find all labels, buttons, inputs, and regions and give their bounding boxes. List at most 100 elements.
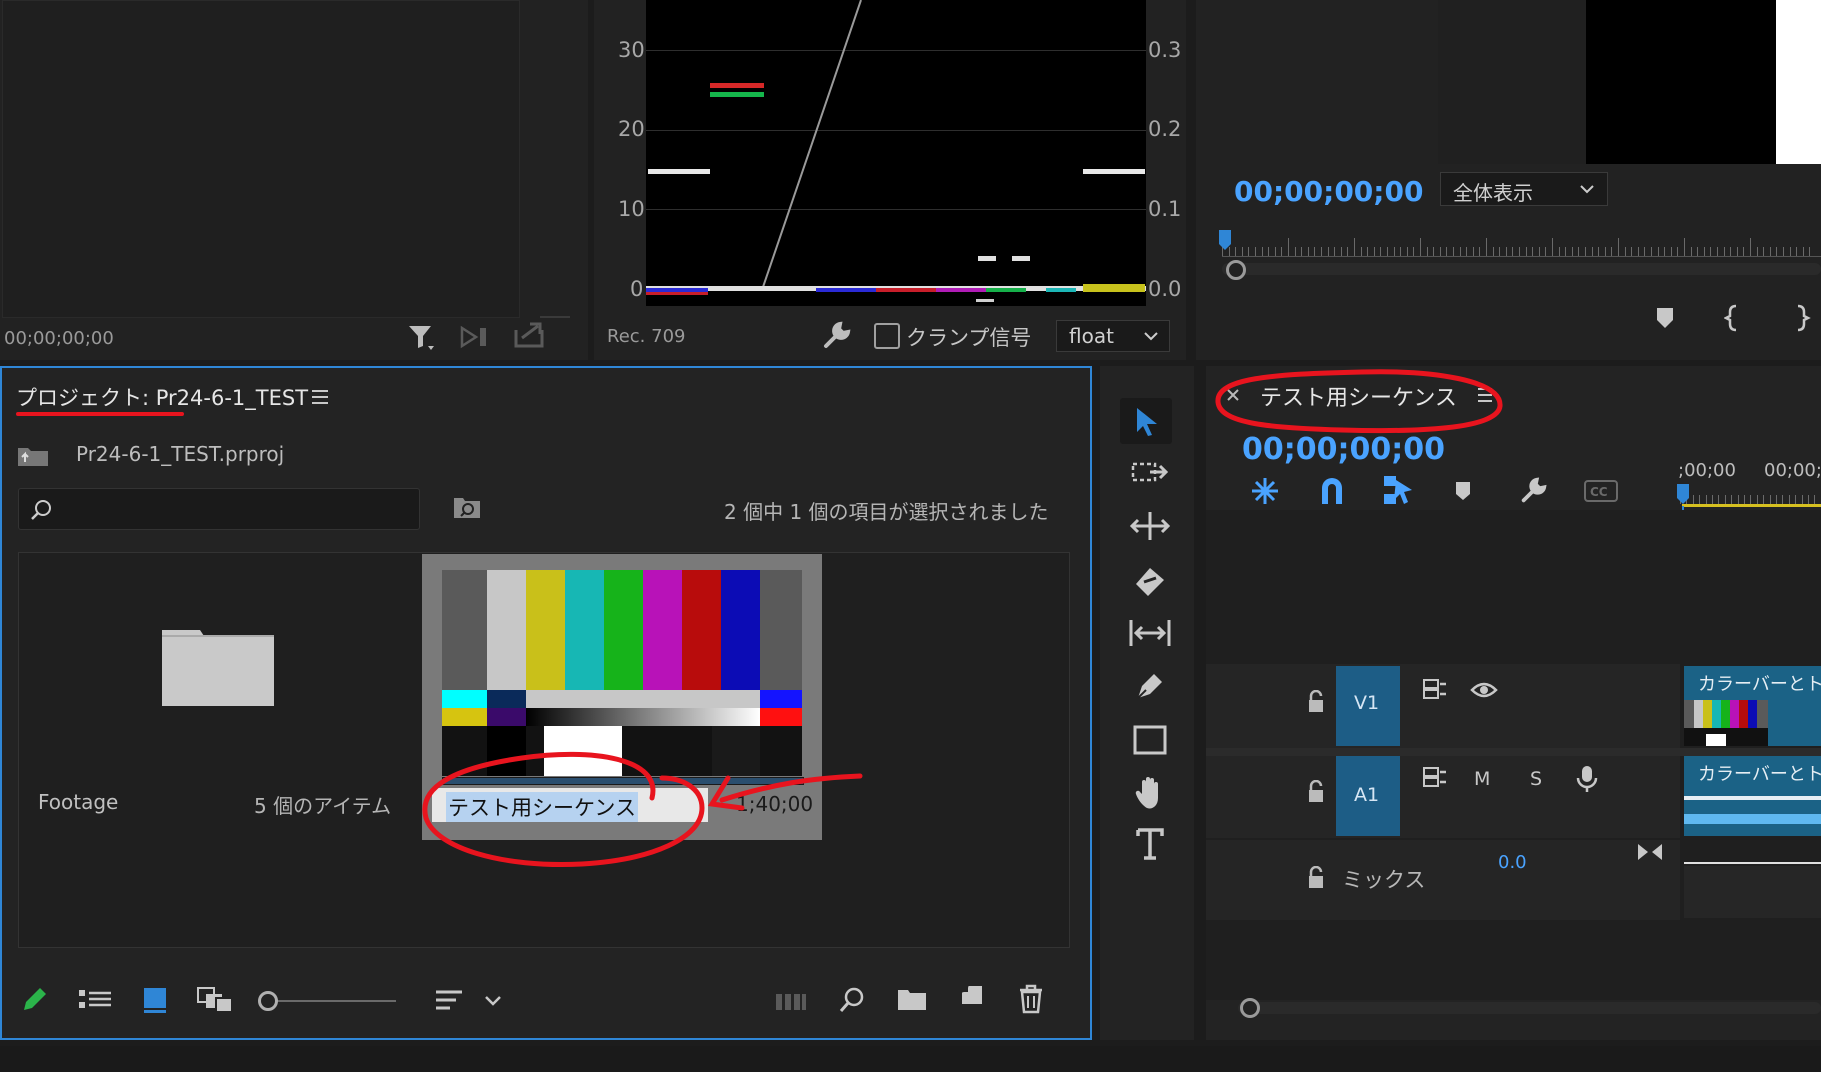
ruler-tick bbox=[1241, 247, 1243, 256]
microphone-icon[interactable] bbox=[1576, 764, 1598, 794]
zoom-slider-track[interactable] bbox=[272, 1000, 396, 1002]
ruler-tick bbox=[1393, 247, 1395, 256]
mix-volume-value[interactable]: 0.0 bbox=[1498, 852, 1527, 873]
mute-track-button[interactable]: M bbox=[1474, 768, 1490, 790]
panel-menu-icon[interactable] bbox=[310, 388, 330, 406]
lock-icon[interactable] bbox=[1306, 780, 1326, 804]
captions-icon[interactable]: CC bbox=[1584, 480, 1618, 502]
ruler-tick bbox=[1644, 247, 1646, 256]
rectangle-tool-icon[interactable] bbox=[1132, 724, 1172, 758]
export-frame-icon[interactable] bbox=[512, 320, 546, 350]
new-bin-icon[interactable] bbox=[896, 986, 928, 1012]
ruler-tick bbox=[1565, 247, 1567, 256]
new-item-icon[interactable] bbox=[958, 984, 986, 1012]
up-folder-icon[interactable] bbox=[16, 442, 50, 468]
mix-track-label: ミックス bbox=[1342, 868, 1426, 892]
source-timecode[interactable]: 00;00;00;00 bbox=[4, 328, 114, 349]
slip-tool-icon[interactable] bbox=[1128, 618, 1172, 648]
add-marker-icon[interactable] bbox=[1654, 306, 1676, 330]
wrench-icon[interactable] bbox=[820, 320, 852, 352]
mark-in-icon[interactable] bbox=[1724, 304, 1742, 332]
lock-icon[interactable] bbox=[1306, 690, 1326, 714]
selection-tool-button[interactable] bbox=[1120, 398, 1172, 444]
scope-left-label: 10 bbox=[618, 197, 645, 221]
ruler-tick bbox=[1426, 247, 1428, 256]
chevron-down-icon[interactable] bbox=[484, 994, 502, 1008]
chevron-down-icon bbox=[1144, 332, 1158, 341]
ripple-edit-tool-icon[interactable] bbox=[1128, 510, 1172, 542]
pencil-icon[interactable] bbox=[20, 984, 50, 1014]
source-monitor-viewer[interactable] bbox=[2, 0, 520, 318]
zoom-slider-handle[interactable] bbox=[258, 991, 278, 1011]
timeline-scrollbar[interactable] bbox=[1238, 1002, 1821, 1014]
project-panel: プロジェクト: Pr24-6-1_TEST Pr24-6-1_TEST.prpr… bbox=[0, 366, 1092, 1040]
ruler-tick bbox=[1479, 247, 1481, 256]
project-search-input-box[interactable] bbox=[18, 488, 420, 530]
playhead-icon[interactable] bbox=[1676, 484, 1690, 508]
type-tool-icon[interactable] bbox=[1134, 826, 1170, 862]
timeline-settings-wrench-icon[interactable] bbox=[1518, 476, 1548, 506]
work-area-bar[interactable] bbox=[1682, 504, 1821, 507]
scope-right-label: 0.1 bbox=[1148, 197, 1182, 221]
insert-icon[interactable] bbox=[458, 324, 492, 350]
track-divider bbox=[1206, 748, 1821, 756]
ruler-tick bbox=[1809, 247, 1811, 256]
pan-icon[interactable] bbox=[1636, 842, 1664, 862]
folder-icon[interactable] bbox=[160, 624, 276, 708]
eye-icon[interactable] bbox=[1470, 680, 1498, 700]
track-target-a1[interactable]: A1 bbox=[1336, 756, 1400, 836]
clamp-checkbox[interactable] bbox=[874, 323, 900, 349]
pen-tool-icon[interactable] bbox=[1132, 668, 1168, 704]
program-timecode[interactable]: 00;00;00;00 bbox=[1234, 175, 1423, 208]
video-clip[interactable]: カラーバーとト bbox=[1684, 666, 1821, 746]
solo-track-button[interactable]: S bbox=[1530, 768, 1542, 790]
audio-clip[interactable]: カラーバーとト bbox=[1684, 756, 1821, 836]
project-search-input[interactable] bbox=[61, 495, 405, 523]
icon-view-icon[interactable] bbox=[142, 986, 168, 1014]
folder-name[interactable]: Footage bbox=[38, 790, 118, 814]
scroll-handle-circle[interactable] bbox=[1226, 260, 1246, 280]
hand-tool-icon[interactable] bbox=[1132, 774, 1170, 812]
track-select-tool-icon[interactable] bbox=[1130, 458, 1172, 492]
scope-mode-value: float bbox=[1069, 324, 1114, 348]
scroll-handle-circle[interactable] bbox=[1240, 998, 1260, 1018]
lock-icon[interactable] bbox=[1306, 866, 1326, 890]
trash-icon[interactable] bbox=[1018, 984, 1044, 1014]
ruler-tick bbox=[1347, 247, 1349, 256]
scope-mode-dropdown[interactable]: float bbox=[1056, 320, 1170, 352]
snap-magnet-icon[interactable] bbox=[1318, 476, 1346, 506]
linked-selection-icon[interactable] bbox=[1382, 474, 1416, 506]
sort-icon[interactable] bbox=[434, 988, 464, 1014]
ruler-tick bbox=[1723, 247, 1725, 256]
add-marker-icon[interactable] bbox=[1454, 480, 1472, 502]
program-zoom-scrollbar[interactable] bbox=[1222, 263, 1821, 275]
filter-icon[interactable] bbox=[406, 322, 436, 352]
timeline-timecode[interactable]: 00;00;00;00 bbox=[1242, 432, 1445, 467]
find-in-bin-icon[interactable] bbox=[452, 492, 482, 522]
automate-to-sequence-icon[interactable] bbox=[774, 990, 808, 1012]
sync-lock-icon[interactable] bbox=[1422, 766, 1448, 788]
zoom-dropdown[interactable]: 全体表示 bbox=[1440, 172, 1608, 206]
ruler-tick bbox=[1420, 238, 1421, 256]
list-view-icon[interactable] bbox=[78, 988, 112, 1012]
sync-lock-icon[interactable] bbox=[1422, 678, 1448, 700]
find-icon[interactable] bbox=[838, 986, 866, 1014]
ruler-tick bbox=[1756, 495, 1758, 504]
track-header-v1 bbox=[1206, 664, 1680, 748]
ruler-tick bbox=[1618, 238, 1619, 256]
program-time-ruler[interactable] bbox=[1222, 238, 1821, 257]
source-scrollbar[interactable] bbox=[540, 316, 570, 318]
mix-track-lane bbox=[1684, 866, 1821, 918]
project-tab-title[interactable]: プロジェクト: Pr24-6-1_TEST bbox=[16, 382, 308, 412]
ruler-tick bbox=[1697, 247, 1699, 256]
ruler-tick bbox=[1730, 247, 1732, 256]
razor-tool-icon[interactable] bbox=[1132, 564, 1168, 598]
clamp-label: クランプ信号 bbox=[906, 326, 1032, 350]
mark-out-icon[interactable] bbox=[1794, 304, 1812, 332]
ruler-tick bbox=[1314, 247, 1316, 256]
timeline-ruler[interactable] bbox=[1680, 484, 1821, 504]
freeform-view-icon[interactable] bbox=[196, 986, 234, 1014]
track-target-v1[interactable]: V1 bbox=[1336, 666, 1400, 746]
nest-icon[interactable] bbox=[1250, 476, 1280, 506]
playhead-icon[interactable] bbox=[1218, 230, 1232, 254]
